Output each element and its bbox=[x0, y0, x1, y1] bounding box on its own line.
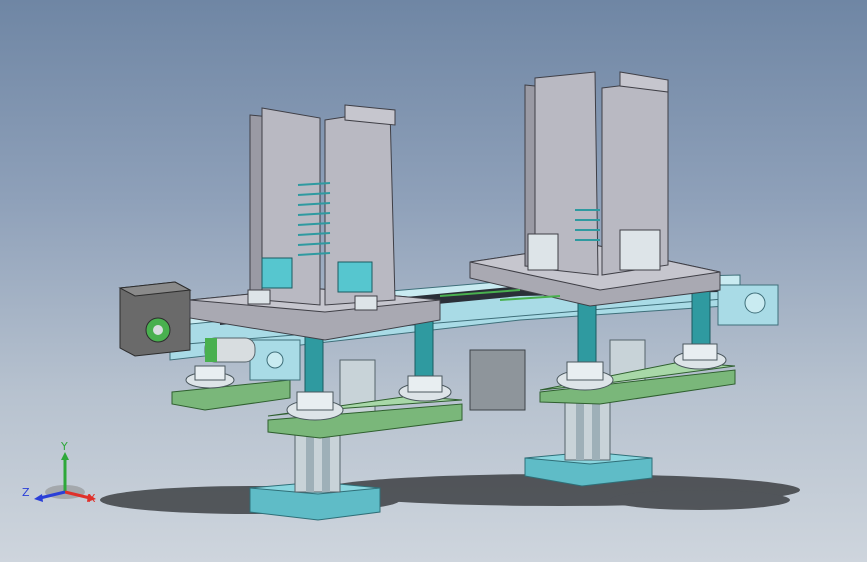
right-magazine bbox=[469, 71, 721, 307]
y-axis-label: Y bbox=[61, 440, 68, 453]
y-axis-head bbox=[61, 452, 69, 460]
3d-viewport[interactable]: Y X Z bbox=[0, 0, 867, 562]
stepper-motor bbox=[118, 281, 192, 357]
model-shadow bbox=[100, 474, 800, 514]
x-axis-label: X bbox=[88, 492, 96, 505]
left-magazine bbox=[189, 104, 441, 341]
view-triad[interactable]: Y X Z bbox=[20, 440, 110, 510]
z-axis-label: Z bbox=[22, 486, 30, 499]
cad-model[interactable] bbox=[0, 0, 867, 562]
z-axis-head bbox=[34, 494, 43, 502]
